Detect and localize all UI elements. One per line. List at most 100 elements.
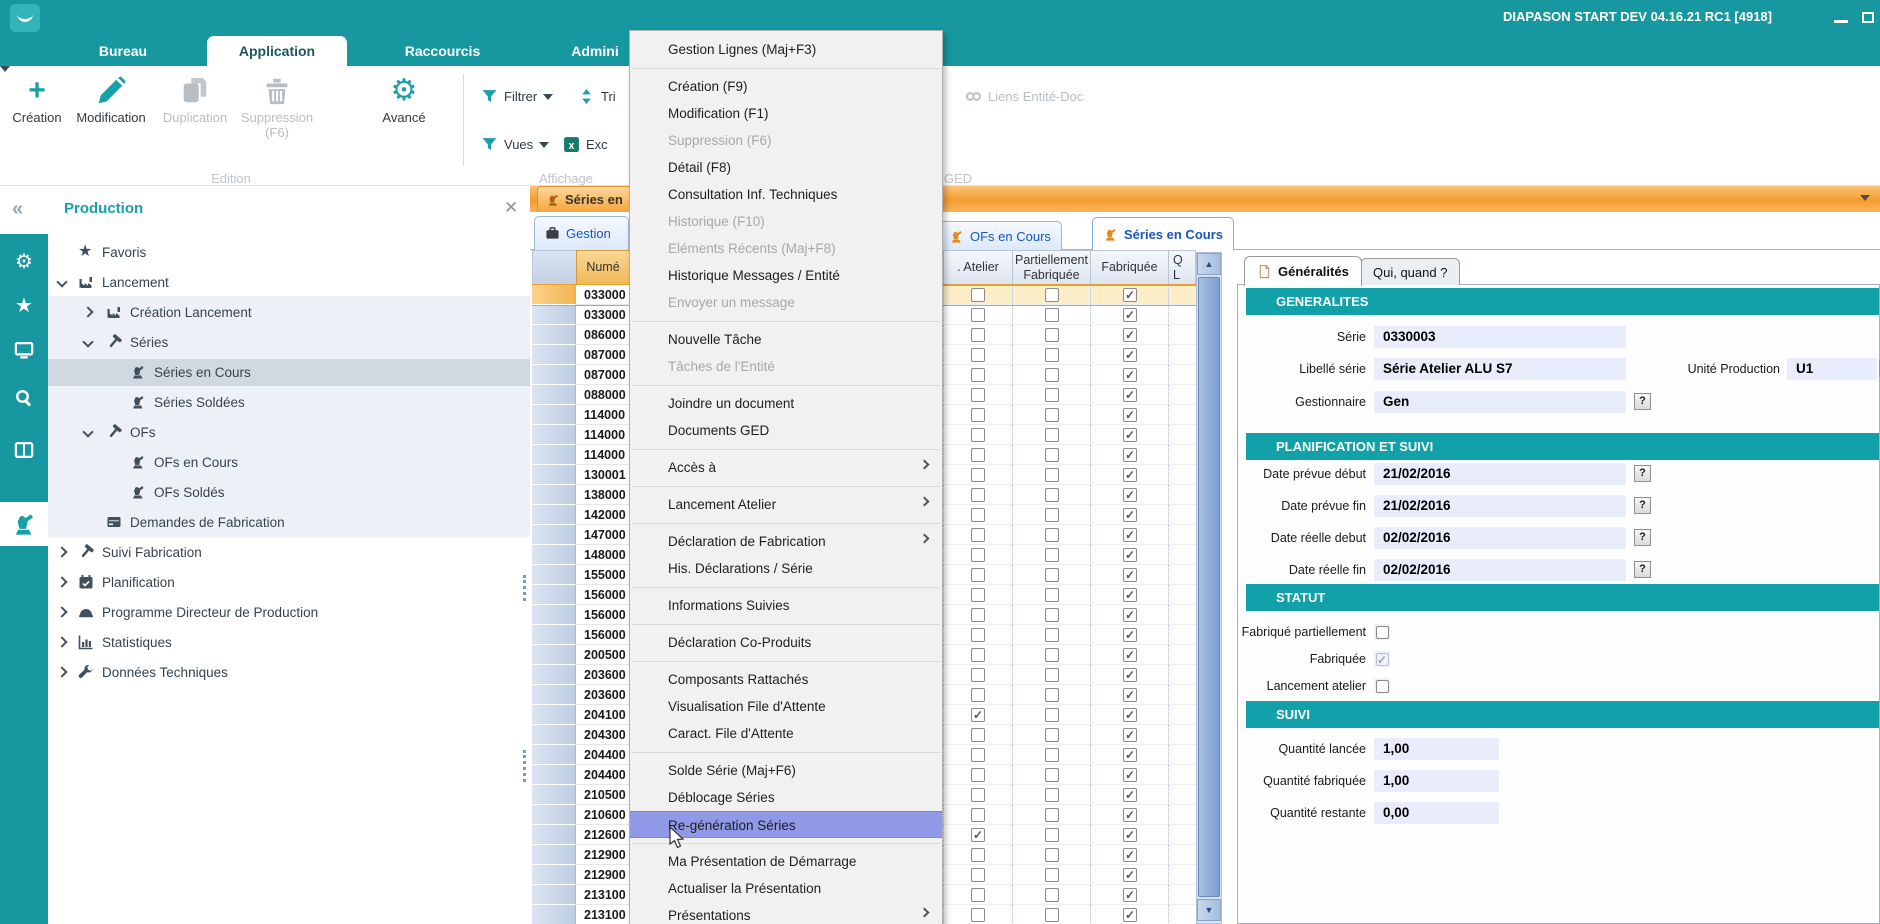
column-header[interactable]: . Atelier [943, 250, 1013, 285]
numero-cell[interactable]: 213100 [576, 885, 629, 905]
numero-cell[interactable]: 138000 [576, 485, 629, 505]
checkbox-cell-atelier[interactable] [943, 625, 1012, 645]
checkbox-cell-part[interactable] [1012, 725, 1091, 745]
row-selector-cell[interactable] [532, 285, 576, 305]
menu-item-documents-ged[interactable]: Documents GED [630, 417, 942, 444]
checkbox-cell-q[interactable] [1168, 845, 1196, 865]
rail-item-robot-icon[interactable] [0, 502, 48, 546]
menu-item-suppression-f6-[interactable]: Suppression (F6) [630, 127, 942, 154]
checkbox-cell-part[interactable] [1012, 625, 1091, 645]
splitter-grip[interactable] [523, 750, 527, 782]
help-button[interactable]: ? [1634, 561, 1651, 578]
checkbox-cell-part[interactable] [1012, 545, 1091, 565]
minimize-button[interactable] [1834, 20, 1848, 23]
checkbox-cell-fab[interactable]: ✓ [1090, 345, 1169, 365]
checkbox-cell-atelier[interactable] [943, 545, 1012, 565]
sidebar-item-statistiques[interactable]: Statistiques [48, 629, 530, 655]
row-selector-cell[interactable] [532, 345, 576, 365]
field-value[interactable]: 1,00 [1374, 738, 1499, 760]
rail-item-star-icon[interactable]: ★ [0, 284, 48, 328]
checkbox-cell-fab[interactable]: ✓ [1090, 665, 1169, 685]
checkbox-cell-part[interactable] [1012, 565, 1091, 585]
checkbox-cell-part[interactable] [1012, 525, 1091, 545]
menu-item-caract-file-d-attente[interactable]: Caract. File d'Attente [630, 720, 942, 747]
row-selector-cell[interactable] [532, 725, 576, 745]
numero-cell[interactable]: 087000 [576, 365, 629, 385]
checkbox-cell-part[interactable] [1012, 465, 1091, 485]
menu-item-composants-rattach-s[interactable]: Composants Rattachés [630, 666, 942, 693]
tab-bureau[interactable]: Bureau [78, 36, 168, 66]
rail-item-monitor-icon[interactable] [0, 328, 48, 372]
maximize-button[interactable] [1862, 12, 1874, 23]
sidebar-close-icon[interactable]: ✕ [504, 198, 518, 218]
checkbox-cell-atelier[interactable] [943, 385, 1012, 405]
numero-cell[interactable]: 204400 [576, 765, 629, 785]
checkbox-cell-atelier[interactable] [943, 325, 1012, 345]
checkbox-cell-fab[interactable]: ✓ [1090, 525, 1169, 545]
numero-cell[interactable]: 147000 [576, 525, 629, 545]
row-selector-cell[interactable] [532, 905, 576, 924]
column-header[interactable]: QL [1168, 250, 1196, 285]
row-selector-cell[interactable] [532, 585, 576, 605]
numero-cell[interactable]: 203600 [576, 665, 629, 685]
checkbox-cell-q[interactable] [1168, 785, 1196, 805]
numero-cell[interactable]: 033000 [576, 285, 629, 305]
tri-button[interactable]: Tri [578, 88, 616, 105]
checkbox-cell-part[interactable] [1012, 865, 1091, 885]
menu-item-actualiser-la-pr-sentation[interactable]: Actualiser la Présentation [630, 875, 942, 902]
checkbox-cell-q[interactable] [1168, 365, 1196, 385]
tab-qui-quand[interactable]: Qui, quand ? [1360, 258, 1460, 285]
checkbox-cell-atelier[interactable] [943, 725, 1012, 745]
checkbox-cell-q[interactable] [1168, 485, 1196, 505]
checkbox-cell-fab[interactable]: ✓ [1090, 605, 1169, 625]
column-header[interactable]: PartiellementFabriquée [1012, 250, 1091, 285]
numero-cell[interactable]: 200500 [576, 645, 629, 665]
menu-item-his-d-clarations-s-rie[interactable]: His. Déclarations / Série [630, 555, 942, 582]
checkbox-cell-fab[interactable]: ✓ [1090, 385, 1169, 405]
statut-checkbox[interactable] [1374, 624, 1390, 640]
rail-item-search-icon[interactable] [0, 376, 48, 420]
row-selector-cell[interactable] [532, 845, 576, 865]
checkbox-cell-atelier[interactable] [943, 345, 1012, 365]
numero-cell[interactable]: 212900 [576, 845, 629, 865]
row-selector-cell[interactable] [532, 385, 576, 405]
row-selector-cell[interactable] [532, 745, 576, 765]
menu-item-visualisation-file-d-attente[interactable]: Visualisation File d'Attente [630, 693, 942, 720]
checkbox-cell-fab[interactable]: ✓ [1090, 365, 1169, 385]
checkbox-cell-atelier[interactable] [943, 425, 1012, 445]
numero-cell[interactable]: 087000 [576, 345, 629, 365]
checkbox-cell-fab[interactable]: ✓ [1090, 465, 1169, 485]
checkbox-cell-fab[interactable]: ✓ [1090, 765, 1169, 785]
menu-item-joindre-un-document[interactable]: Joindre un document [630, 390, 942, 417]
numero-cell[interactable]: 033000 [576, 305, 629, 325]
sidebar-item-favoris[interactable]: ★Favoris [48, 239, 530, 265]
row-selector-cell[interactable] [532, 445, 576, 465]
checkbox-cell-part[interactable] [1012, 365, 1091, 385]
menu-item-d-claration-de-fabrication[interactable]: Déclaration de Fabrication [630, 528, 942, 555]
row-selector-cell[interactable] [532, 765, 576, 785]
checkbox-cell-fab[interactable]: ✓ [1090, 705, 1169, 725]
menu-item-historique-messages-entit-[interactable]: Historique Messages / Entité [630, 262, 942, 289]
field-value[interactable]: Gen [1374, 391, 1626, 413]
menu-item-envoyer-un-message[interactable]: Envoyer un message [630, 289, 942, 316]
document-tab-series[interactable]: Séries en [537, 186, 632, 212]
numero-cell[interactable]: 156000 [576, 605, 629, 625]
numero-cell[interactable]: 130001 [576, 465, 629, 485]
checkbox-cell-part[interactable] [1012, 385, 1091, 405]
exc-button[interactable]: xExc [563, 136, 608, 153]
checkbox-cell-atelier[interactable] [943, 365, 1012, 385]
numero-cell[interactable]: 114000 [576, 445, 629, 465]
splitter-grip[interactable] [523, 575, 527, 601]
checkbox-cell-part[interactable] [1012, 345, 1091, 365]
row-selector-cell[interactable] [532, 325, 576, 345]
checkbox-cell-q[interactable] [1168, 705, 1196, 725]
checkbox-cell-part[interactable] [1012, 405, 1091, 425]
checkbox-cell-atelier[interactable] [943, 505, 1012, 525]
row-selector-cell[interactable] [532, 885, 576, 905]
checkbox-cell-atelier[interactable] [943, 605, 1012, 625]
field-value[interactable]: 21/02/2016 [1374, 495, 1626, 517]
sidebar-item-programme-directeur-de-production[interactable]: Programme Directeur de Production [48, 599, 530, 625]
field-value[interactable]: 1,00 [1374, 770, 1499, 792]
statut-checkbox[interactable] [1374, 678, 1390, 694]
menu-item-el-ments-r-cents-maj-f8-[interactable]: Eléments Récents (Maj+F8) [630, 235, 942, 262]
